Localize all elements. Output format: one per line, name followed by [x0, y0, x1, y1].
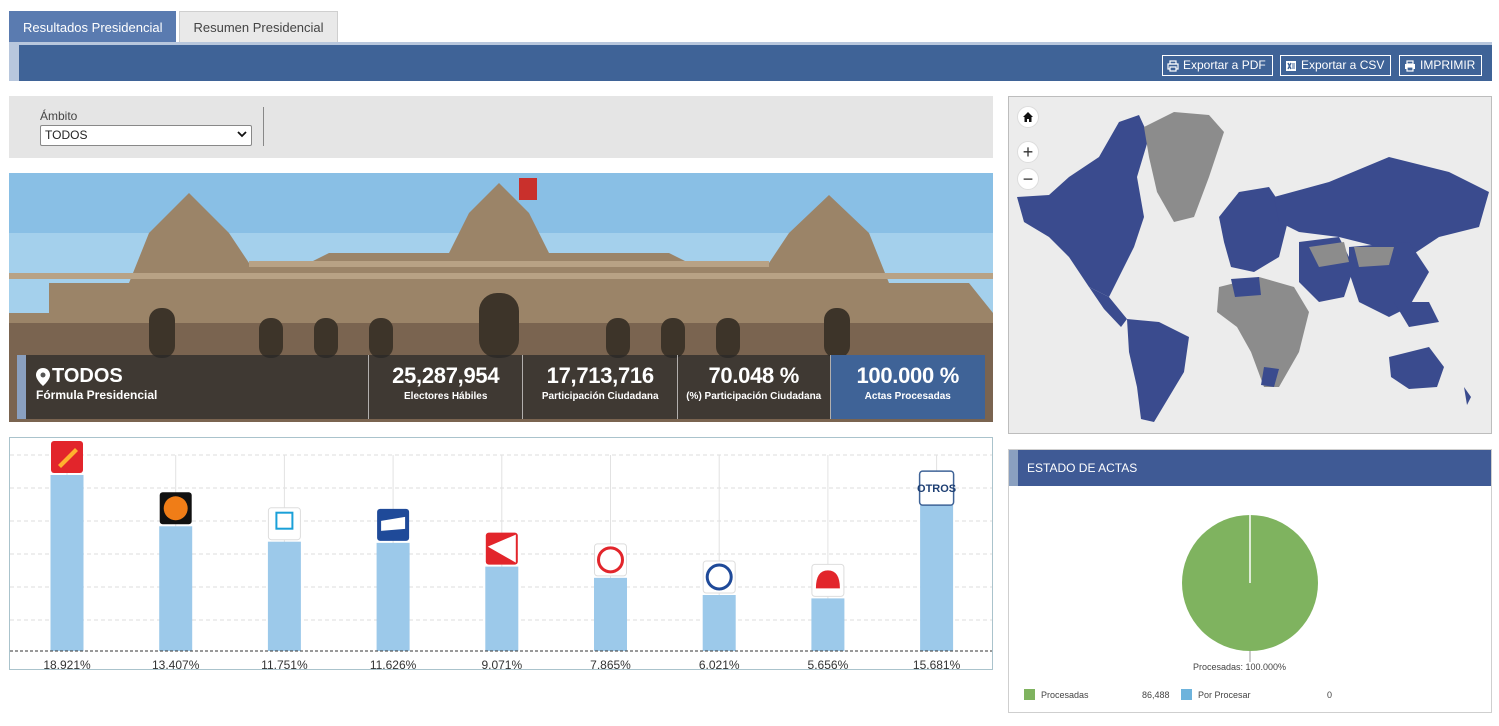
- summary-place: TODOS Fórmula Presidencial: [17, 355, 369, 419]
- map-zoom-out-button[interactable]: −: [1017, 168, 1039, 190]
- ambito-selected-value: TODOS: [45, 128, 88, 142]
- bar-value-label: 15.681%: [913, 658, 961, 669]
- a-logo-icon: [702, 560, 736, 594]
- jp-logo-icon: [594, 543, 627, 577]
- stat-participacion-value: 17,713,716: [546, 363, 654, 388]
- bar-7[interactable]: [702, 594, 736, 651]
- summary-place-name: TODOS: [52, 365, 123, 387]
- estado-actas-title: ESTADO DE ACTAS: [1009, 450, 1491, 486]
- map-zoom-in-button[interactable]: +: [1017, 141, 1039, 163]
- stat-pct-participacion-value: 70.048 %: [708, 363, 800, 388]
- k-logo-icon: [159, 492, 192, 525]
- ambito-label: Ámbito: [40, 109, 78, 123]
- export-csv-button[interactable]: Exportar a CSV: [1280, 55, 1392, 76]
- stat-pct-participacion: 70.048 % (%) Participación Ciudadana: [677, 355, 831, 419]
- map-home-button[interactable]: [1017, 106, 1039, 128]
- legend-por-procesar-name: Por Procesar: [1198, 689, 1251, 700]
- stat-electores-label: Electores Hábiles: [404, 391, 488, 402]
- bar-9[interactable]: [920, 505, 954, 651]
- legend-procesadas-name: Procesadas: [1041, 689, 1089, 700]
- stat-participacion: 17,713,716 Participación Ciudadana: [523, 355, 678, 419]
- summary-stats: TODOS Fórmula Presidencial 25,287,954 El…: [17, 355, 986, 419]
- estado-actas-panel: ESTADO DE ACTAS Procesadas: 100.000% Pro…: [1008, 449, 1492, 713]
- palace-banner: TODOS Fórmula Presidencial 25,287,954 El…: [9, 173, 993, 422]
- bar-value-label: 11.751%: [261, 658, 308, 669]
- pie-label: Procesadas: 100.000%: [1193, 662, 1286, 672]
- chevron-down-icon: [237, 131, 247, 138]
- toolbar: Exportar a PDF Exportar a CSV IMPRIMIR: [9, 42, 1492, 81]
- tab-bar: Resultados Presidencial Resumen Presiden…: [9, 11, 338, 42]
- vn-bell-logo-icon: [811, 563, 845, 597]
- bar-value-label: 18.921%: [43, 658, 91, 669]
- legend-por-procesar: Por Procesar 0: [1181, 689, 1332, 700]
- world-map-shapes: [1017, 112, 1489, 422]
- avanza-pais-logo-icon: [377, 508, 410, 541]
- stat-pct-participacion-label: (%) Participación Ciudadana: [686, 391, 822, 402]
- bar-value-label: 9.071%: [481, 658, 522, 669]
- stat-participacion-label: Participación Ciudadana: [541, 391, 659, 402]
- results-bar-chart: 18.921% 13.407% 11.751% 11.626% 9.071% 7.865%…: [9, 437, 993, 672]
- results-bar-chart-svg: 18.921% 13.407% 11.751% 11.626% 9.071% 7.865%…: [10, 441, 992, 672]
- bar-6[interactable]: [594, 577, 627, 651]
- bar-value-label: 11.626%: [370, 658, 417, 669]
- bar-2[interactable]: [159, 526, 193, 651]
- export-pdf-label: Exportar a PDF: [1183, 58, 1266, 72]
- tab-resultados-presidencial[interactable]: Resultados Presidencial: [9, 11, 177, 42]
- stat-electores: 25,287,954 Electores Hábiles: [368, 355, 524, 419]
- stat-electores-value: 25,287,954: [392, 363, 500, 388]
- legend-procesadas-value: 86,488: [1142, 689, 1170, 700]
- home-icon: [1023, 112, 1033, 122]
- bar-value-label: 5.656%: [808, 658, 849, 669]
- shovel-logo-icon: [485, 532, 518, 565]
- r-logo-icon: [267, 507, 301, 541]
- bar-value-label: 7.865%: [590, 658, 631, 669]
- excel-icon: [1286, 60, 1296, 71]
- pencil-logo-icon: [51, 441, 83, 473]
- bar-8[interactable]: [811, 598, 845, 651]
- legend-procesadas-swatch: [1024, 689, 1035, 700]
- ambito-select[interactable]: TODOS: [40, 125, 252, 146]
- stat-actas: 100.000 % Actas Procesadas: [830, 355, 986, 419]
- print-label: IMPRIMIR: [1420, 58, 1476, 72]
- bar-3[interactable]: [267, 541, 301, 651]
- print-icon: [1405, 59, 1415, 72]
- tab-resumen-presidencial[interactable]: Resumen Presidencial: [179, 11, 338, 42]
- map-marker-icon: [36, 367, 50, 386]
- legend-por-procesar-swatch: [1181, 689, 1192, 700]
- stat-actas-value: 100.000 %: [856, 363, 960, 388]
- print-icon: [1167, 59, 1179, 72]
- stat-actas-label: Actas Procesadas: [864, 391, 951, 402]
- export-pdf-button[interactable]: Exportar a PDF: [1162, 55, 1273, 76]
- divider: [263, 107, 264, 146]
- legend-procesadas: Procesadas 86,488: [1024, 689, 1170, 700]
- bar-1[interactable]: [50, 475, 84, 651]
- print-button[interactable]: IMPRIMIR: [1399, 55, 1483, 76]
- bar-value-label: 13.407%: [152, 658, 200, 669]
- otros-logo-text: OTROS: [917, 483, 956, 495]
- bar-4[interactable]: [376, 542, 410, 651]
- otros-logo-icon: OTROS: [917, 470, 956, 506]
- bar-value-label: 6.021%: [699, 658, 740, 669]
- summary-formula: Fórmula Presidencial: [36, 388, 158, 402]
- export-csv-label: Exportar a CSV: [1301, 58, 1385, 72]
- legend-por-procesar-value: 0: [1327, 689, 1333, 700]
- estado-pie-chart: Procesadas: 100.000%: [1182, 515, 1318, 672]
- world-map[interactable]: + −: [1008, 96, 1492, 434]
- bar-5[interactable]: [485, 566, 519, 651]
- ambito-panel: Ámbito TODOS: [9, 96, 993, 158]
